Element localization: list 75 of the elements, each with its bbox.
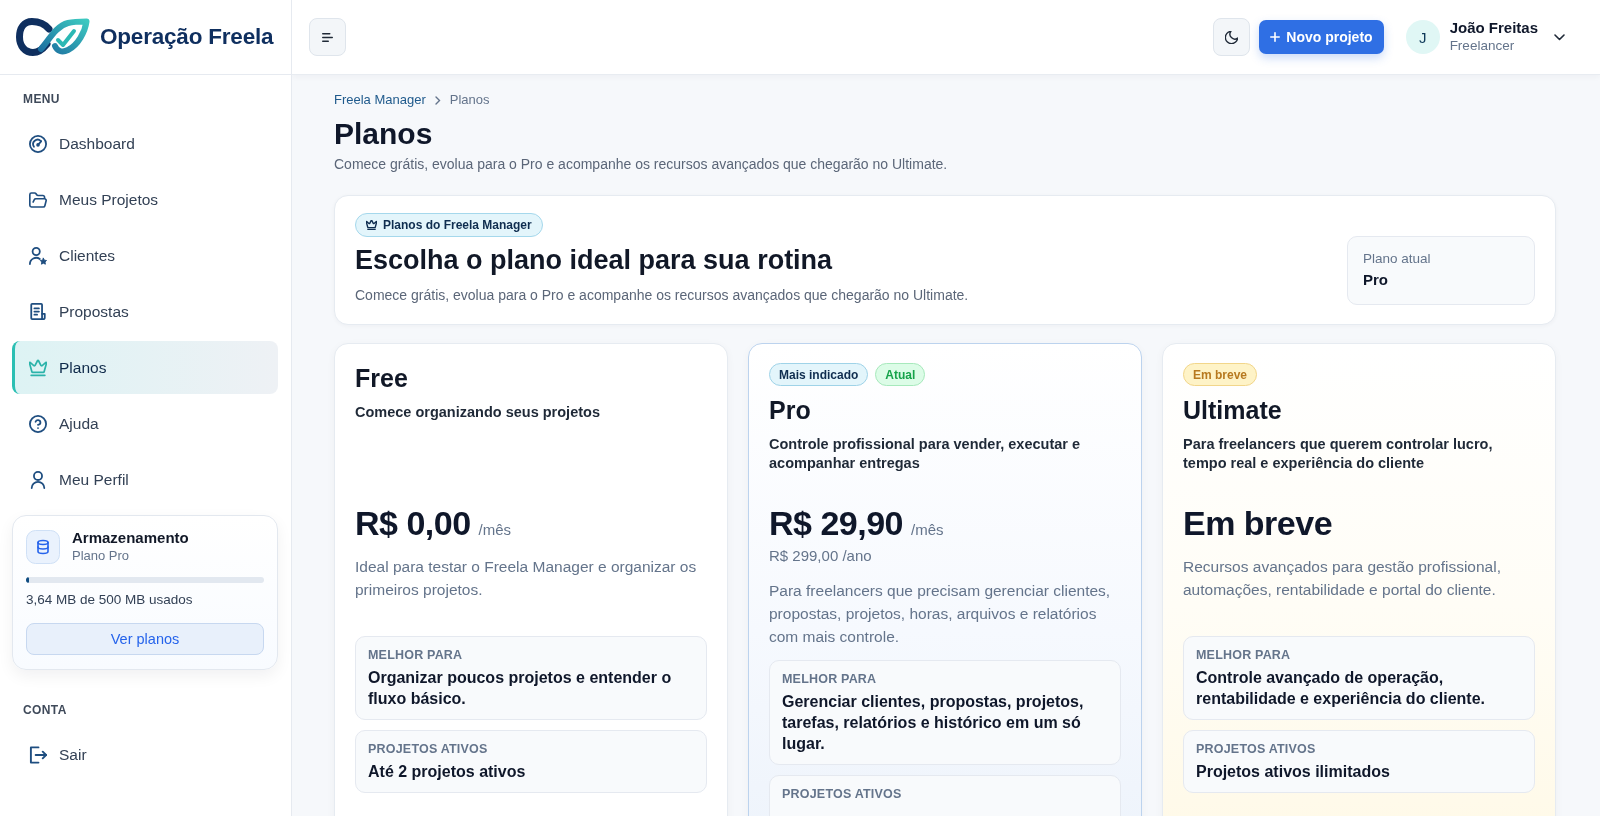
sidebar-item[interactable]: Meus Projetos	[12, 173, 278, 226]
sidebar-item[interactable]: Ajuda	[12, 397, 278, 450]
hero-title: Escolha o plano ideal para sua rotina	[355, 245, 834, 275]
section-title: CONTA	[22, 702, 67, 718]
crown-icon	[29, 358, 47, 377]
logout-icon	[29, 745, 47, 764]
feature-value: Gerenciar clientes, propostas, projetos, tarefas, relatórios e histórico em um só lugar.	[782, 692, 1085, 754]
plus-icon	[1270, 32, 1281, 42]
current-plan-label: Plano atual	[1363, 250, 1432, 268]
chevron-down-icon[interactable]	[1554, 33, 1565, 41]
hero-badge-label: Planos do Freela Manager	[383, 218, 532, 232]
user-role: Freelancer	[1449, 37, 1516, 55]
feature-value: Projetos ativos ilimitados	[1196, 762, 1391, 782]
plan-name: Ultimate	[1183, 395, 1283, 425]
feature-label: PROJETOS ATIVOS	[368, 742, 489, 756]
storage-usage: 3,64 MB de 500 MB usados	[26, 591, 194, 609]
sidebar-item[interactable]: Sair	[12, 728, 278, 781]
plan-name: Free	[355, 363, 409, 393]
plan-tagline: Para freelancers que querem controlar lucro, tempo real e experiência do cliente	[1183, 435, 1494, 472]
breadcrumb-current: Planos	[449, 91, 490, 109]
sidebar-item[interactable]: Meu Perfil	[12, 453, 278, 506]
theme-toggle-button[interactable]	[1213, 18, 1251, 56]
sidebar-item[interactable]: Clientes	[12, 229, 278, 282]
folder-icon	[29, 190, 47, 209]
chevron-right-icon	[434, 95, 441, 105]
sidebar-item[interactable]: Propostas	[12, 285, 278, 338]
brand-name: Operação Freela	[100, 24, 274, 50]
plan-tagline: Controle profissional para vender, executar e acompanhar entregas	[769, 435, 1082, 472]
logo-icon	[16, 18, 90, 56]
crown-icon	[366, 220, 377, 230]
feature-label: MELHOR PARA	[1196, 648, 1292, 662]
sidebar-item[interactable]: Planos	[12, 341, 278, 394]
feature-value: Até 2 projetos ativos	[368, 762, 527, 782]
help-icon	[29, 414, 47, 433]
plan-badge: Atual	[875, 363, 926, 386]
price-period: /mês	[478, 521, 512, 538]
new-project-button[interactable]: Novo projeto	[1259, 20, 1384, 54]
feature-label: MELHOR PARA	[782, 672, 878, 686]
page-title: Planos	[334, 116, 434, 152]
price-period: /mês	[911, 521, 944, 538]
storage-plan: Plano Pro	[72, 547, 131, 565]
sidebar-item[interactable]: Dashboard	[12, 117, 278, 170]
user-icon	[29, 470, 47, 489]
plan-badge: Mais indicado	[769, 363, 869, 386]
plan-price: Em breve	[1183, 503, 1333, 543]
plan-price: R$ 0,00	[355, 503, 471, 543]
document-icon	[29, 302, 47, 321]
current-plan-value: Pro	[1363, 270, 1389, 290]
section-title: MENU	[22, 91, 60, 107]
plan-badge: Em breve	[1183, 363, 1258, 386]
feature-label: PROJETOS ATIVOS	[782, 787, 903, 801]
feature-label: PROJETOS ATIVOS	[1196, 742, 1317, 756]
plan-description: Recursos avançados para gestão profissional, automações, rentabilidade e portal do cliente.	[1183, 557, 1502, 600]
yearly-price: R$ 299,00 /ano	[769, 546, 873, 566]
page-subtitle: Comece grátis, evolua para o Pro e acompanhe os recursos avançados que chegarão no Ultimate.	[334, 155, 949, 174]
user-name: João Freitas	[1449, 19, 1538, 37]
hero-text: Comece grátis, evolua para o Pro e acompanhe os recursos avançados que chegarão no Ultimate.	[355, 286, 969, 305]
plan-description: Para freelancers que precisam gerenciar clientes, propostas, projetos, horas, arquivos e relatórios com mais controle.	[769, 581, 1112, 647]
feature-label: MELHOR PARA	[368, 648, 464, 662]
storage-title: Armazenamento	[72, 529, 189, 547]
database-icon	[26, 530, 60, 564]
plan-description: Ideal para testar o Freela Manager e organizar os primeiros projetos.	[355, 557, 698, 600]
view-plans-button[interactable]: Ver planos	[26, 623, 264, 655]
moon-icon	[1225, 30, 1239, 44]
plan-name: Pro	[769, 395, 812, 425]
breadcrumb-link[interactable]: Freela Manager	[334, 91, 426, 109]
avatar[interactable]: J	[1405, 20, 1440, 54]
feature-value: Controle avançado de operação, rentabilidade e experiência do cliente.	[1196, 668, 1486, 709]
menu-icon	[322, 32, 333, 42]
menu-toggle-button[interactable]	[309, 18, 346, 56]
plan-price: R$ 29,90	[769, 503, 903, 543]
user-star-icon	[29, 246, 47, 265]
gauge-icon	[29, 134, 47, 153]
feature-value: Organizar poucos projetos e entender o fluxo básico.	[368, 668, 673, 709]
plan-tagline: Comece organizando seus projetos	[355, 403, 601, 422]
